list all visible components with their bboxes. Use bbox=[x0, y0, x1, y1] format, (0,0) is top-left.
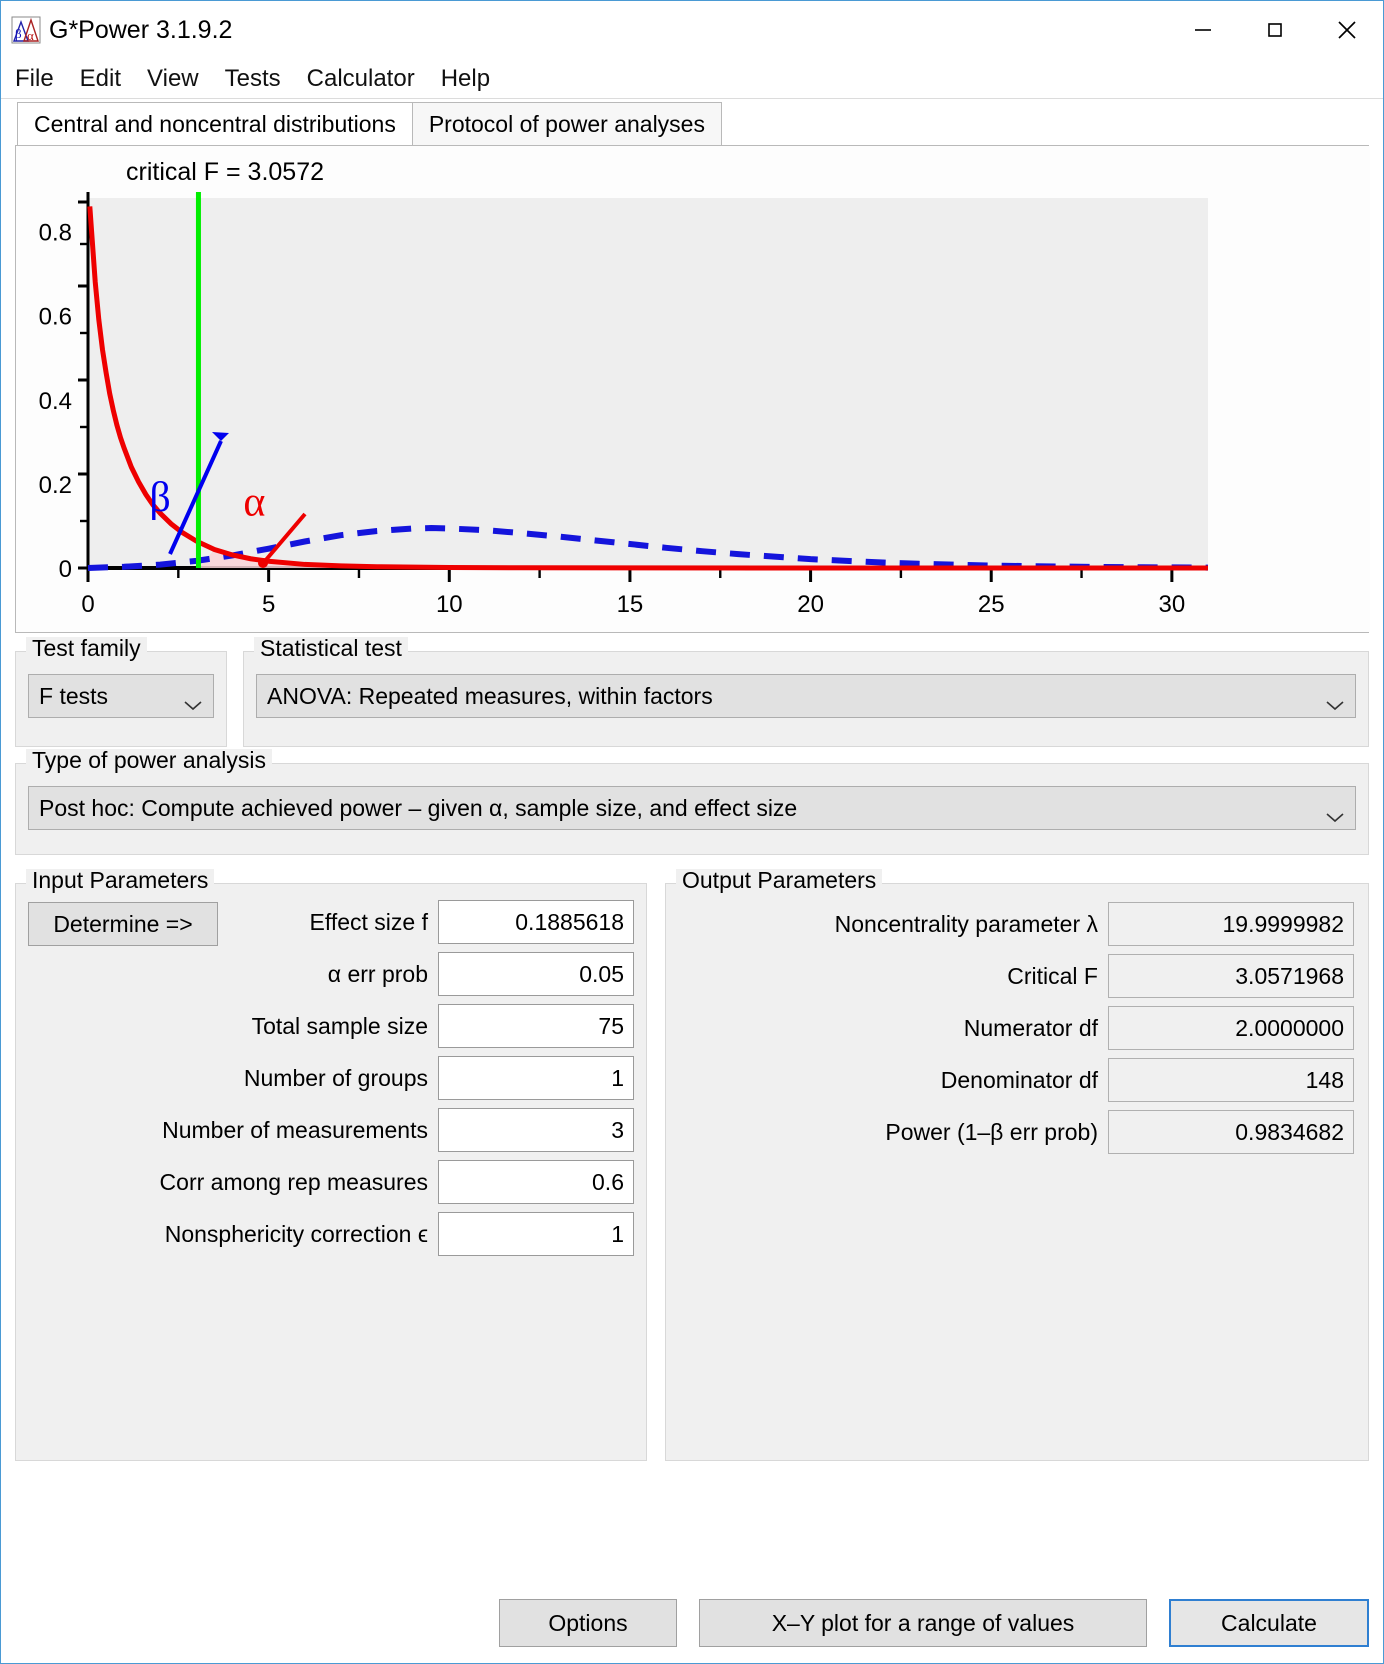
chevron-down-icon bbox=[1325, 690, 1345, 711]
input-param-row: Number of groups 1 bbox=[16, 1056, 646, 1100]
maximize-button[interactable] bbox=[1239, 1, 1311, 59]
distribution-plot[interactable]: critical F = 3.0572 0 0.2 0.4 0.6 0.8 0 bbox=[15, 145, 1370, 633]
test-family-label: Test family bbox=[26, 637, 147, 660]
output-param-field: 148 bbox=[1108, 1058, 1354, 1102]
output-param-label: Numerator df bbox=[963, 1014, 1098, 1041]
power-analysis-value: Post hoc: Compute achieved power – given… bbox=[39, 794, 798, 821]
test-family-group: Test family F tests bbox=[15, 637, 227, 747]
input-param-field[interactable]: 3 bbox=[438, 1108, 634, 1152]
close-button[interactable] bbox=[1311, 1, 1383, 59]
test-family-value: F tests bbox=[39, 682, 109, 709]
menu-item-file[interactable]: File bbox=[13, 65, 56, 93]
chevron-down-icon bbox=[1325, 802, 1345, 823]
input-param-field[interactable]: 0.05 bbox=[438, 952, 634, 996]
title-bar: β α G*Power 3.1.9.2 bbox=[1, 1, 1383, 59]
xy-plot-button[interactable]: X–Y plot for a range of values bbox=[699, 1599, 1147, 1647]
input-param-label: Total sample size bbox=[251, 1012, 428, 1039]
footer-buttons: Options X–Y plot for a range of values C… bbox=[15, 1599, 1369, 1647]
output-param-row: Noncentrality parameter λ 19.9999982 bbox=[666, 902, 1354, 946]
output-param-row: Numerator df 2.0000000 bbox=[666, 1006, 1354, 1050]
svg-text:25: 25 bbox=[978, 591, 1005, 618]
power-analysis-section: Type of power analysis Post hoc: Compute… bbox=[15, 749, 1369, 855]
output-param-field: 2.0000000 bbox=[1108, 1006, 1354, 1050]
output-param-row: Denominator df 148 bbox=[666, 1058, 1354, 1102]
output-param-label: Power (1–β err prob) bbox=[885, 1118, 1098, 1145]
power-analysis-label: Type of power analysis bbox=[26, 749, 272, 772]
output-param-row: Power (1–β err prob) 0.9834682 bbox=[666, 1110, 1354, 1154]
test-family-select[interactable]: F tests bbox=[28, 674, 214, 718]
input-param-label: Corr among rep measures bbox=[159, 1168, 428, 1195]
output-param-label: Critical F bbox=[1007, 962, 1098, 989]
input-param-label: Number of groups bbox=[243, 1064, 428, 1091]
input-param-row: Total sample size 75 bbox=[16, 1004, 646, 1048]
tab-strip: Central and noncentral distributions Pro… bbox=[1, 99, 1383, 145]
svg-text:20: 20 bbox=[797, 591, 824, 618]
statistical-test-group: Statistical test ANOVA: Repeated measure… bbox=[243, 637, 1369, 747]
parameters-section: Input Parameters Determine => Effect siz… bbox=[15, 869, 1369, 1461]
output-parameters-group: Output Parameters Noncentrality paramete… bbox=[665, 869, 1369, 1461]
menu-item-tests[interactable]: Tests bbox=[223, 65, 283, 93]
svg-text:0.6: 0.6 bbox=[39, 304, 72, 331]
input-param-field[interactable]: 1 bbox=[438, 1212, 634, 1256]
svg-text:β: β bbox=[149, 475, 170, 521]
statistical-test-label: Statistical test bbox=[254, 637, 408, 660]
input-param-label: Effect size f bbox=[309, 908, 428, 935]
input-parameters-group: Input Parameters Determine => Effect siz… bbox=[15, 869, 647, 1461]
svg-text:critical F = 3.0572: critical F = 3.0572 bbox=[126, 158, 324, 186]
svg-text:β: β bbox=[15, 26, 22, 41]
statistical-test-select[interactable]: ANOVA: Repeated measures, within factors bbox=[256, 674, 1356, 718]
calculate-button[interactable]: Calculate bbox=[1169, 1599, 1369, 1647]
svg-text:α: α bbox=[243, 479, 265, 525]
test-selection-section: Test family F tests Statistical test ANO… bbox=[15, 637, 1369, 747]
input-param-label: Nonsphericity correction ϵ bbox=[164, 1220, 428, 1247]
output-param-label: Denominator df bbox=[940, 1066, 1098, 1093]
output-parameters-label: Output Parameters bbox=[676, 869, 883, 892]
determine-button[interactable]: Determine => bbox=[28, 902, 218, 946]
input-param-field[interactable]: 0.1885618 bbox=[438, 900, 634, 944]
options-button[interactable]: Options bbox=[499, 1599, 677, 1647]
svg-text:10: 10 bbox=[436, 591, 463, 618]
input-param-row: Nonsphericity correction ϵ 1 bbox=[16, 1212, 646, 1256]
input-param-row: Number of measurements 3 bbox=[16, 1108, 646, 1152]
output-param-row: Critical F 3.0571968 bbox=[666, 954, 1354, 998]
tab-central-and-noncentral-distributions[interactable]: Central and noncentral distributions bbox=[17, 102, 413, 145]
gpower-app-icon: β α bbox=[11, 15, 41, 45]
menu-item-view[interactable]: View bbox=[145, 65, 201, 93]
minimize-button[interactable] bbox=[1167, 1, 1239, 59]
svg-text:α: α bbox=[27, 28, 34, 43]
svg-text:0: 0 bbox=[59, 556, 72, 583]
input-param-row: α err prob 0.05 bbox=[16, 952, 646, 996]
svg-text:5: 5 bbox=[262, 591, 275, 618]
svg-text:15: 15 bbox=[617, 591, 644, 618]
svg-text:0.2: 0.2 bbox=[39, 472, 72, 499]
menu-item-edit[interactable]: Edit bbox=[78, 65, 123, 93]
svg-text:0: 0 bbox=[81, 591, 94, 618]
statistical-test-value: ANOVA: Repeated measures, within factors bbox=[267, 682, 713, 709]
chevron-down-icon bbox=[183, 690, 203, 711]
input-param-label: α err prob bbox=[327, 960, 428, 987]
window-title: G*Power 3.1.9.2 bbox=[49, 15, 233, 44]
menu-item-help[interactable]: Help bbox=[439, 65, 492, 93]
power-analysis-group: Type of power analysis Post hoc: Compute… bbox=[15, 749, 1369, 855]
svg-text:30: 30 bbox=[1159, 591, 1186, 618]
menu-item-calculator[interactable]: Calculator bbox=[305, 65, 417, 93]
tab-protocol-of-power-analyses[interactable]: Protocol of power analyses bbox=[411, 102, 722, 145]
input-param-field[interactable]: 0.6 bbox=[438, 1160, 634, 1204]
svg-text:0.8: 0.8 bbox=[39, 220, 72, 247]
window-controls bbox=[1167, 1, 1383, 59]
output-param-field: 3.0571968 bbox=[1108, 954, 1354, 998]
menu-bar: File Edit View Tests Calculator Help bbox=[1, 59, 1383, 99]
output-param-field: 0.9834682 bbox=[1108, 1110, 1354, 1154]
power-analysis-select[interactable]: Post hoc: Compute achieved power – given… bbox=[28, 786, 1356, 830]
output-param-field: 19.9999982 bbox=[1108, 902, 1354, 946]
input-param-label: Number of measurements bbox=[162, 1116, 428, 1143]
input-param-field[interactable]: 1 bbox=[438, 1056, 634, 1100]
svg-text:0.4: 0.4 bbox=[39, 388, 72, 415]
input-param-row: Corr among rep measures 0.6 bbox=[16, 1160, 646, 1204]
output-param-label: Noncentrality parameter λ bbox=[834, 910, 1098, 937]
input-param-field[interactable]: 75 bbox=[438, 1004, 634, 1048]
gpower-window: β α G*Power 3.1.9.2 File Edit View Tests… bbox=[0, 0, 1384, 1664]
